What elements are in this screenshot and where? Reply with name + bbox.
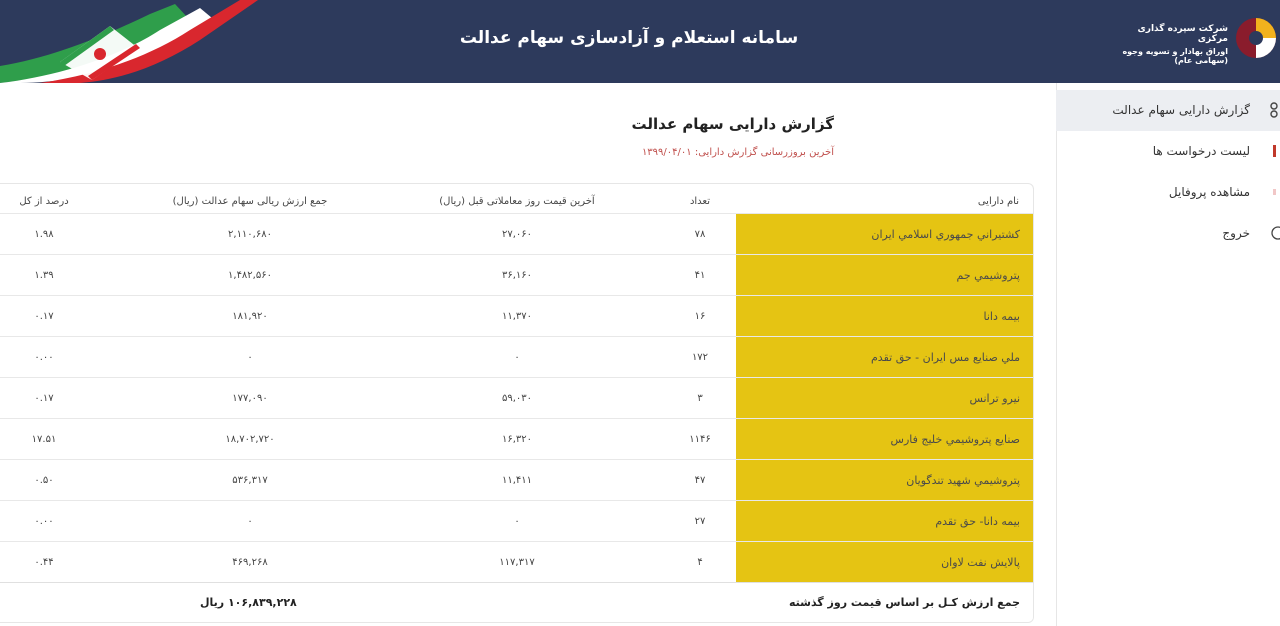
sidebar-item-asset-report[interactable]: گزارش دارایی سهام عدالت (1056, 90, 1280, 131)
sidebar-item-logout[interactable]: خروج (1056, 213, 1280, 254)
table-row: صنايع پتروشيمي خليج فارس ۱۱۴۶ ۱۶,۳۲۰ ۱۸,۷۰۲… (0, 418, 1033, 460)
cell-percent: ۱۷.۵۱ (31, 434, 57, 445)
cell-last-price: ۵۹,۰۳۰ (501, 393, 533, 404)
cell-total-value: ۱۷۷,۰۹۰ (232, 393, 268, 404)
cell-count: ۳ (697, 393, 703, 404)
cell-last-price: ۰ (514, 352, 520, 363)
sidebar-item-requests[interactable]: لیست درخواست ها (1056, 131, 1280, 172)
cell-count: ۴ (697, 557, 703, 568)
table-row: بيمه دانا- حق تقدم ۲۷ ۰ ۰ ۰.۰۰ (0, 500, 1033, 542)
cell-last-price: ۱۱,۴۱۱ (501, 475, 533, 486)
header-asset-name: نام دارایی (977, 196, 1019, 207)
cell-percent: ۰.۰۰ (34, 516, 54, 527)
header-last-price: آخرین قیمت روز معاملاتی قبل (ریال) (439, 196, 595, 207)
header-percent: درصد از کل (19, 196, 69, 207)
page-title: سامانه استعلام و آزادسازی سهام عدالت (459, 28, 799, 48)
cell-count: ۴۷ (694, 475, 706, 486)
cell-percent: ۰.۴۴ (34, 557, 54, 568)
cell-percent: ۰.۱۷ (34, 311, 54, 322)
cell-asset-name: صنايع پتروشيمي خليج فارس (736, 419, 1033, 460)
logo-mark-icon (1236, 18, 1276, 58)
cell-asset-name: بيمه دانا- حق تقدم (736, 501, 1033, 542)
cell-asset-name: نيرو ترانس (736, 378, 1033, 419)
sidebar-item-label: خروج (1222, 226, 1250, 240)
total-value: ۱۰۶,۸۳۹,۲۲۸ ریال (200, 596, 297, 609)
cell-percent: ۰.۵۰ (34, 475, 54, 486)
table-row: پتروشيمي جم ۴۱ ۳۶,۱۶۰ ۱,۴۸۲,۵۶۰ ۱.۳۹ (0, 254, 1033, 296)
cell-last-price: ۱۶,۳۲۰ (501, 434, 533, 445)
top-header: سامانه استعلام و آزادسازی سهام عدالت شرک… (0, 0, 1280, 83)
cell-count: ۲۷ (694, 516, 706, 527)
cell-asset-name: پتروشيمي شهيد تندگويان (736, 460, 1033, 501)
cell-total-value: ۰ (247, 352, 253, 363)
table-row: پتروشيمي شهيد تندگويان ۴۷ ۱۱,۴۱۱ ۵۳۶,۳۱۷ ۰.۵… (0, 459, 1033, 501)
sidebar-item-label: لیست درخواست ها (1152, 144, 1250, 158)
header-total-value: جمع ارزش ریالی سهام عدالت (ریال) (172, 196, 328, 207)
total-label: جمع ارزش کـل بر اساس قیمت روز گذشته (788, 596, 1020, 609)
sidebar: گزارش دارایی سهام عدالت لیست درخواست ها … (1056, 83, 1280, 626)
cell-count: ۱۶ (694, 311, 706, 322)
logout-icon (1271, 226, 1280, 240)
cell-count: ۱۷۲ (691, 352, 709, 363)
cell-last-price: ۳۶,۱۶۰ (501, 270, 533, 281)
logo-text-line2: اوراق بهادار و تسویه وجوه (سهامی عام) (1122, 47, 1228, 65)
table-row: ملي صنايع مس ايران - حق تقدم ۱۷۲ ۰ ۰ ۰.۰۰ (0, 336, 1033, 378)
cell-percent: ۰.۱۷ (34, 393, 54, 404)
table-row: نيرو ترانس ۳ ۵۹,۰۳۰ ۱۷۷,۰۹۰ ۰.۱۷ (0, 377, 1033, 419)
sidebar-item-label: گزارش دارایی سهام عدالت (1112, 103, 1250, 117)
cell-total-value: ۲,۱۱۰,۶۸۰ (228, 229, 272, 240)
header-count: تعداد (689, 196, 711, 207)
cell-total-value: ۰ (247, 516, 253, 527)
table-row: بيمه دانا ۱۶ ۱۱,۳۷۰ ۱۸۱,۹۲۰ ۰.۱۷ (0, 295, 1033, 337)
cell-total-value: ۱۸,۷۰۲,۷۲۰ (225, 434, 275, 445)
total-row: جمع ارزش کـل بر اساس قیمت روز گذشته ۱۰۶,… (0, 582, 1033, 622)
user-icon (1273, 189, 1276, 195)
cell-count: ۴۱ (694, 270, 706, 281)
cell-asset-name: بيمه دانا (736, 296, 1033, 337)
cell-total-value: ۴۶۹,۲۶۸ (232, 557, 268, 568)
cell-last-price: ۰ (514, 516, 520, 527)
cell-asset-name: پتروشيمي جم (736, 255, 1033, 296)
sidebar-item-profile[interactable]: مشاهده پروفایل (1056, 172, 1280, 213)
cell-total-value: ۱,۴۸۲,۵۶۰ (228, 270, 272, 281)
main-content: گزارش دارایی سهام عدالت آخرین بروزرسانی … (0, 83, 1056, 626)
cell-asset-name: کشتيراني جمهوري اسلامي ايران (736, 214, 1033, 255)
cell-count: ۱۱۴۶ (689, 434, 711, 445)
report-last-update: آخرین بروزرسانی گزارش دارایی: ۱۳۹۹/۰۴/۰۱ (641, 147, 834, 158)
cell-asset-name: پالايش نفت لاوان (736, 542, 1033, 583)
report-title: گزارش دارایی سهام عدالت (631, 115, 834, 133)
cell-percent: ۱.۹۸ (34, 229, 54, 240)
table-row: کشتيراني جمهوري اسلامي ايران ۷۸ ۲۷,۰۶۰ ۲,۱۱… (0, 213, 1033, 255)
table-row: پالايش نفت لاوان ۴ ۱۱۷,۳۱۷ ۴۶۹,۲۶۸ ۰.۴۴ (0, 541, 1033, 583)
cell-last-price: ۱۱,۳۷۰ (501, 311, 533, 322)
sidebar-item-label: مشاهده پروفایل (1168, 185, 1250, 199)
cell-total-value: ۵۳۶,۳۱۷ (232, 475, 268, 486)
cell-last-price: ۱۱۷,۳۱۷ (499, 557, 535, 568)
chart-icon (1270, 102, 1278, 118)
cell-percent: ۱.۳۹ (34, 270, 54, 281)
list-icon (1273, 145, 1276, 157)
cell-asset-name: ملي صنايع مس ايران - حق تقدم (736, 337, 1033, 378)
cdsc-logo[interactable]: شرکت سپرده گذاری مرکزی اوراق بهادار و تس… (1110, 14, 1280, 65)
cell-percent: ۰.۰۰ (34, 352, 54, 363)
asset-table: نام دارایی تعداد آخرین قیمت روز معاملاتی… (0, 183, 1034, 623)
logo-text-line1: شرکت سپرده گذاری مرکزی (1137, 24, 1228, 44)
cell-total-value: ۱۸۱,۹۲۰ (232, 311, 268, 322)
cell-count: ۷۸ (694, 229, 706, 240)
cell-last-price: ۲۷,۰۶۰ (501, 229, 533, 240)
